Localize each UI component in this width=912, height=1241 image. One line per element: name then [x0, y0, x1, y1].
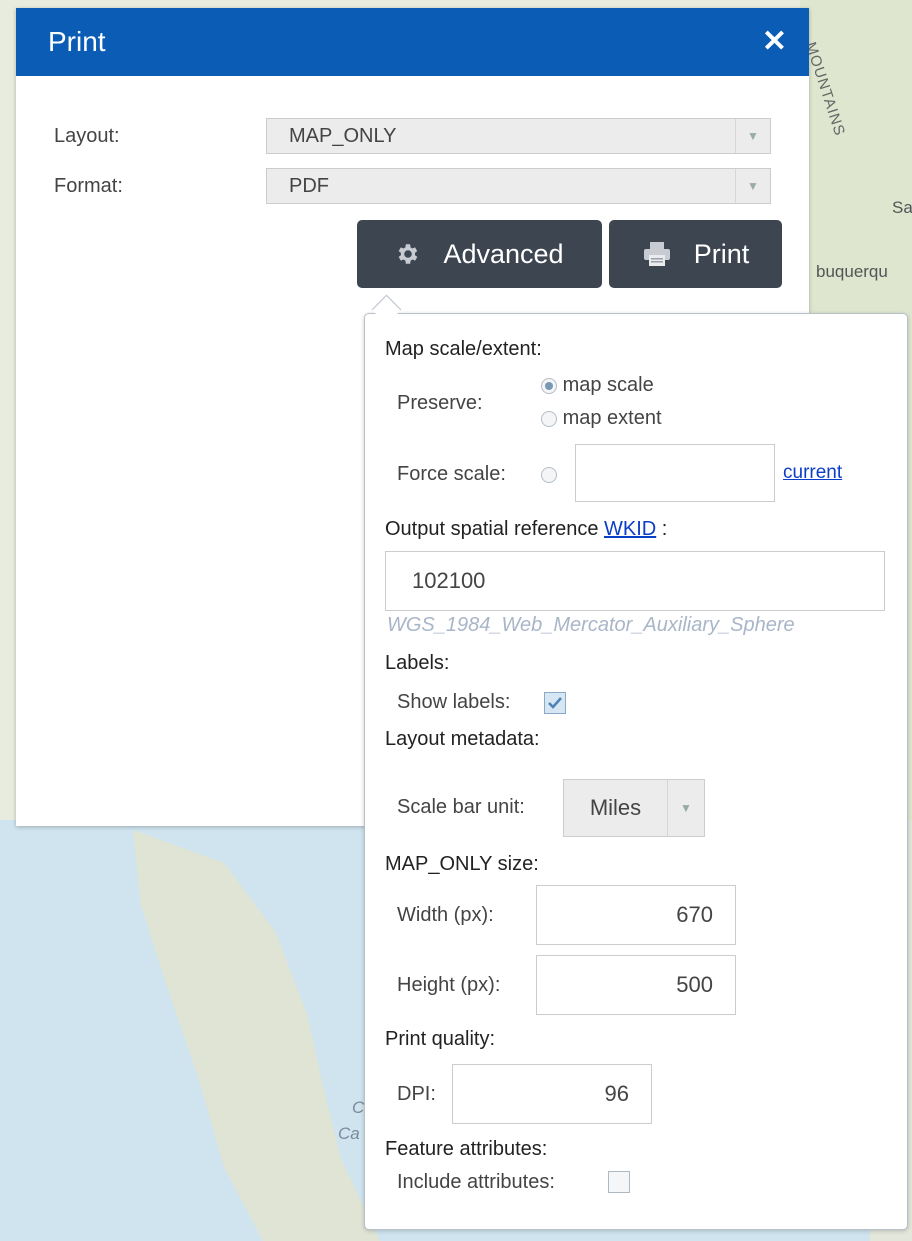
include-attributes-label: Include attributes:: [397, 1171, 555, 1193]
radio-map-scale-label: map scale: [562, 374, 654, 396]
layout-select-value: MAP_ONLY: [289, 124, 397, 147]
wkid-name: WGS_1984_Web_Mercator_Auxiliary_Sphere: [387, 614, 795, 636]
format-select-value: PDF: [289, 174, 329, 197]
print-quality-title: Print quality:: [385, 1028, 496, 1050]
force-scale-label: Force scale:: [397, 463, 506, 485]
preserve-label: Preserve:: [397, 392, 483, 414]
map-scale-section-title: Map scale/extent:: [385, 338, 542, 360]
format-select[interactable]: PDF ▼: [266, 168, 771, 204]
advanced-options-popup: Map scale/extent: Preserve: map scale ma…: [364, 313, 908, 1230]
dpi-input[interactable]: 96: [452, 1064, 652, 1124]
map-label: Ca: [338, 1124, 360, 1143]
height-input[interactable]: 500: [536, 955, 736, 1015]
layout-select[interactable]: MAP_ONLY ▼: [266, 118, 771, 154]
advanced-button-label: Advanced: [443, 238, 564, 269]
preserve-option-map-scale[interactable]: map scale: [541, 374, 654, 397]
panel-header: Print ✕: [16, 8, 809, 76]
map-label: C: [352, 1098, 365, 1117]
checkmark-icon: [548, 697, 562, 709]
feature-attributes-title: Feature attributes:: [385, 1138, 548, 1160]
spatial-reference-suffix: :: [656, 518, 668, 540]
spatial-reference-text: Output spatial reference: [385, 518, 605, 540]
panel-title: Print: [48, 26, 106, 57]
map-label: Sa: [892, 198, 912, 217]
gear-icon: [399, 244, 418, 264]
height-label: Height (px):: [397, 974, 501, 996]
force-scale-input[interactable]: [575, 444, 775, 502]
chevron-down-icon[interactable]: ▼: [735, 119, 770, 153]
wkid-input[interactable]: 102100: [385, 551, 885, 611]
force-scale-radio[interactable]: [541, 467, 557, 483]
layout-row: Layout: MAP_ONLY ▼: [54, 118, 771, 154]
map-size-title: MAP_ONLY size:: [385, 853, 539, 875]
preserve-option-map-extent[interactable]: map extent: [541, 407, 662, 430]
scale-bar-unit-label: Scale bar unit:: [397, 796, 525, 818]
radio-map-extent[interactable]: [541, 410, 557, 427]
labels-section-title: Labels:: [385, 652, 450, 674]
width-label: Width (px):: [397, 904, 494, 926]
format-row: Format: PDF ▼: [54, 168, 771, 204]
print-button[interactable]: Print: [609, 220, 782, 288]
print-button-label: Print: [693, 238, 750, 269]
map-label: buquerqu: [816, 262, 888, 281]
wkid-link[interactable]: WKID: [604, 518, 656, 540]
printer-icon: [643, 242, 670, 266]
close-icon[interactable]: ✕: [762, 27, 787, 57]
radio-map-scale[interactable]: [541, 377, 557, 394]
include-attributes-checkbox[interactable]: [608, 1171, 630, 1193]
spatial-reference-title: Output spatial reference WKID :: [385, 518, 667, 541]
layout-label: Layout:: [54, 124, 120, 147]
dpi-label: DPI:: [397, 1083, 436, 1105]
chevron-down-icon[interactable]: ▼: [735, 169, 770, 203]
chevron-down-icon[interactable]: ▼: [667, 780, 704, 836]
show-labels-checkbox[interactable]: [544, 692, 566, 714]
current-scale-link[interactable]: current: [783, 462, 842, 484]
layout-metadata-title: Layout metadata:: [385, 728, 540, 750]
advanced-button[interactable]: Advanced: [357, 220, 602, 288]
radio-map-extent-label: map extent: [562, 407, 662, 429]
format-label: Format:: [54, 174, 123, 197]
width-input[interactable]: 670: [536, 885, 736, 945]
scale-bar-unit-select[interactable]: Miles ▼: [563, 779, 705, 837]
scale-bar-unit-value: Miles: [589, 795, 642, 820]
show-labels-label: Show labels:: [397, 691, 511, 713]
